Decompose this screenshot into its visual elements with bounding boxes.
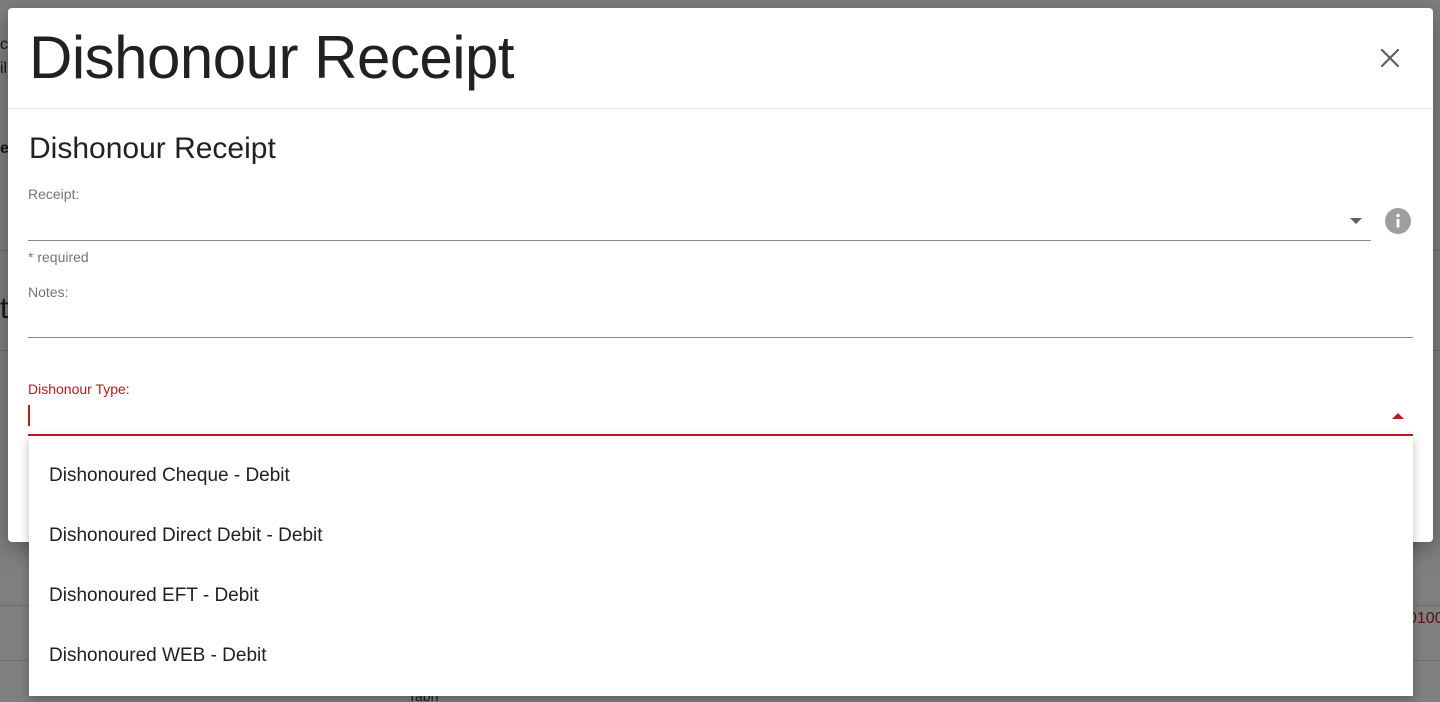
option-dishonoured-eft-debit[interactable]: Dishonoured EFT - Debit <box>29 566 1413 626</box>
notes-underline <box>28 337 1413 338</box>
notes-label: Notes: <box>28 284 69 300</box>
option-dishonoured-web-debit[interactable]: Dishonoured WEB - Debit <box>29 626 1413 686</box>
dishonour-type-menu: Dishonoured Cheque - Debit Dishonoured D… <box>29 436 1413 696</box>
close-icon <box>1370 38 1410 78</box>
notes-input[interactable] <box>28 306 1413 336</box>
chevron-down-icon <box>1350 218 1362 224</box>
receipt-underline <box>28 240 1371 241</box>
receipt-label: Receipt: <box>28 186 80 202</box>
modal-header: Dishonour Receipt <box>8 8 1433 109</box>
receipt-select[interactable] <box>28 206 1371 240</box>
info-icon[interactable] <box>1385 208 1411 234</box>
receipt-required-hint: * required <box>28 249 89 265</box>
chevron-up-icon <box>1392 413 1404 419</box>
close-button[interactable] <box>1370 38 1410 78</box>
form-section-title: Dishonour Receipt <box>29 132 276 165</box>
option-dishonoured-cheque-debit[interactable]: Dishonoured Cheque - Debit <box>29 446 1413 506</box>
dishonour-type-select[interactable] <box>28 401 1413 435</box>
text-caret <box>28 405 30 426</box>
dishonour-type-label: Dishonour Type: <box>28 381 130 397</box>
option-dishonoured-direct-debit-debit[interactable]: Dishonoured Direct Debit - Debit <box>29 506 1413 566</box>
modal-title: Dishonour Receipt <box>29 24 515 91</box>
